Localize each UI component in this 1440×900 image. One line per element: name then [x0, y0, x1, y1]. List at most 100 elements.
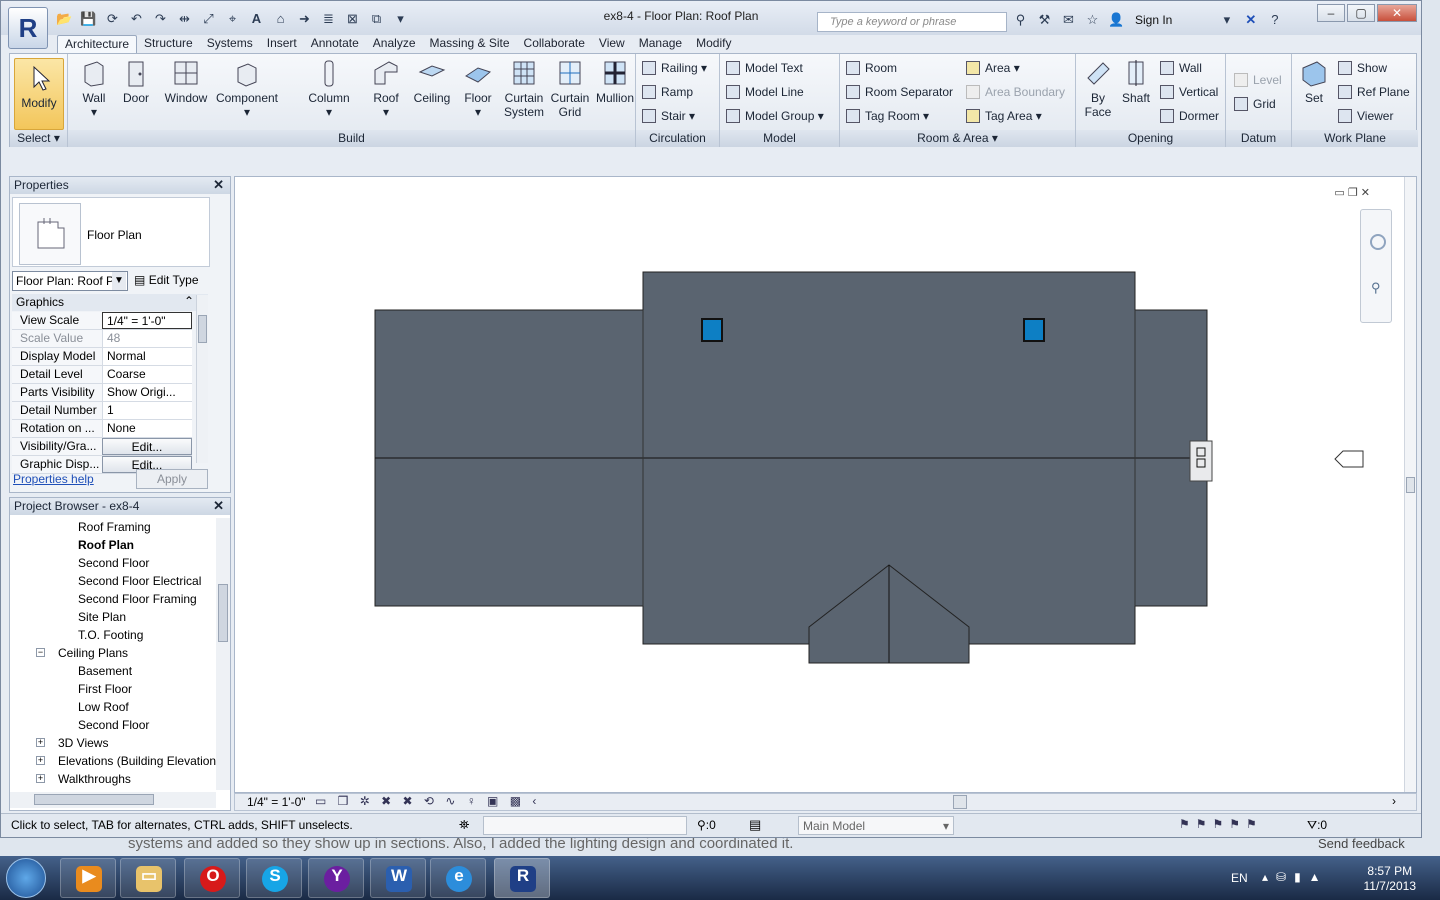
send-feedback-link[interactable]: Send feedback [1318, 836, 1405, 851]
3d-view-icon[interactable]: ⌂ [271, 10, 290, 28]
browser-item[interactable]: Site Plan [10, 608, 218, 626]
property-value[interactable]: 1 [102, 402, 192, 419]
property-value[interactable]: Normal [102, 348, 192, 365]
browser-horizontal-scrollbar[interactable] [10, 792, 216, 808]
zoom-icon[interactable]: ⚲ [1371, 280, 1381, 296]
close-hidden-icon[interactable]: ⊠ [343, 10, 362, 28]
close-icon[interactable]: ✕ [213, 498, 224, 514]
sign-in-button[interactable]: Sign In [1135, 13, 1172, 27]
taskbar-explorer[interactable]: ▭ [120, 858, 176, 898]
browser-item[interactable]: Basement [10, 662, 218, 680]
application-menu-button[interactable]: R [8, 7, 48, 49]
measure-icon[interactable]: ⇹ [175, 10, 194, 28]
worksets-icon[interactable]: ⛯ [459, 817, 469, 833]
workset-dropdown[interactable] [483, 816, 687, 835]
customize-qat-icon[interactable]: ▾ [391, 10, 410, 28]
user-icon[interactable]: 👤 [1107, 11, 1126, 29]
tab-manage[interactable]: Manage [632, 35, 689, 53]
instance-dropdown[interactable]: Floor Plan: Roof P [12, 271, 128, 291]
taskbar-opera[interactable]: O [184, 858, 240, 898]
view-scale[interactable]: 1/4" = 1'-0" [247, 795, 306, 809]
help-icon[interactable]: ? [1265, 11, 1284, 29]
taskbar-media-player[interactable]: ▶ [60, 858, 116, 898]
edit-type-button[interactable]: ▤ Edit Type [134, 273, 199, 287]
tag-room-button[interactable]: Tag Room ▾ [846, 107, 929, 125]
roof-button[interactable]: Roof ▾ [366, 58, 406, 119]
switch-windows-icon[interactable]: ⧉ [367, 10, 386, 28]
maximize-button[interactable]: ▢ [1347, 4, 1375, 22]
ceiling-button[interactable]: Ceiling [410, 58, 454, 105]
browser-item[interactable]: Second Floor Electrical [10, 572, 218, 590]
room-button[interactable]: Room [846, 59, 897, 77]
undo-icon[interactable]: ↶ [127, 10, 146, 28]
restore-view-icon[interactable]: ❐ [1348, 187, 1358, 199]
shaft-button[interactable]: Shaft [1118, 58, 1154, 105]
browser-item[interactable]: First Floor [10, 680, 218, 698]
browser-item[interactable]: Roof Framing [10, 518, 218, 536]
taskbar-revit[interactable]: R [494, 858, 550, 898]
tab-analyze[interactable]: Analyze [366, 35, 423, 53]
communication-icon[interactable]: ✉ [1059, 11, 1078, 29]
skylight-right[interactable] [1023, 318, 1045, 342]
system-clock[interactable]: 8:57 PM 11/7/2013 [1364, 864, 1417, 894]
column-button[interactable]: Column ▾ [304, 58, 354, 119]
component-button[interactable]: Component ▾ [214, 58, 280, 119]
level-button[interactable]: Level [1234, 71, 1282, 89]
tab-architecture[interactable]: Architecture [57, 35, 138, 53]
select-panel-title[interactable]: Select ▾ [10, 130, 67, 147]
tray-icons[interactable]: ▴⛁▮▲ [1262, 870, 1329, 884]
wall-button[interactable]: Wall ▾ [76, 58, 112, 119]
design-options-icon[interactable]: ▤ [749, 817, 761, 833]
text-icon[interactable]: A [247, 10, 266, 28]
viewer-button[interactable]: Viewer [1338, 107, 1393, 125]
scroll-right-icon[interactable]: › [1392, 794, 1396, 808]
close-button[interactable]: ✕ [1377, 4, 1417, 22]
elevation-marker[interactable] [1189, 440, 1213, 482]
properties-scrollbar[interactable] [196, 295, 208, 463]
property-value[interactable]: Show Origi... [102, 384, 192, 401]
start-button[interactable] [6, 858, 46, 898]
browser-item[interactable]: Low Roof [10, 698, 218, 716]
set-work-plane-button[interactable]: Set [1296, 58, 1332, 105]
properties-help-link[interactable]: Properties help [13, 472, 94, 486]
tag-area-button[interactable]: Tag Area ▾ [966, 107, 1042, 125]
browser-item[interactable]: +3D Views [10, 734, 218, 752]
apply-button[interactable]: Apply [136, 469, 208, 489]
by-face-button[interactable]: By Face [1080, 58, 1116, 119]
type-selector[interactable]: Floor Plan [12, 197, 210, 267]
expand-icon[interactable]: + [36, 756, 45, 765]
taskbar-skype[interactable]: S [246, 858, 302, 898]
aligned-dimension-icon[interactable]: ⤢ [199, 10, 218, 28]
taskbar-word[interactable]: W [370, 858, 426, 898]
taskbar-yahoo-messenger[interactable]: Y [308, 858, 364, 898]
tag-icon[interactable]: ⌖ [223, 10, 242, 28]
filter-count[interactable]: ⛛:0 [1307, 818, 1327, 833]
grid-button[interactable]: Grid [1234, 95, 1276, 113]
minimize-view-icon[interactable]: ▭ [1334, 187, 1344, 199]
tab-massing-site[interactable]: Massing & Site [423, 35, 517, 53]
property-value[interactable]: Coarse [102, 366, 192, 383]
selection-filter-icons[interactable]: ⚑⚑⚑⚑⚑ [1179, 817, 1263, 831]
close-view-icon[interactable]: ✕ [1361, 187, 1370, 199]
expand-icon[interactable]: + [36, 774, 45, 783]
graphics-group-header[interactable]: Graphics ⌃ [12, 294, 208, 311]
vertical-opening-button[interactable]: Vertical [1160, 83, 1218, 101]
door-button[interactable]: Door [118, 58, 154, 105]
dormer-button[interactable]: Dormer [1160, 107, 1219, 125]
redo-icon[interactable]: ↷ [151, 10, 170, 28]
area-button[interactable]: Area ▾ [966, 59, 1020, 77]
design-option-dropdown[interactable]: Main Model ▾ [798, 816, 954, 835]
minimize-button[interactable]: – [1317, 4, 1345, 22]
browser-item[interactable]: Second Floor Framing [10, 590, 218, 608]
language-indicator[interactable]: EN [1231, 871, 1248, 885]
close-icon[interactable]: ✕ [213, 177, 224, 193]
modify-button[interactable]: Modify [14, 58, 64, 130]
open-icon[interactable]: 📂 [55, 10, 74, 28]
search-input[interactable]: Type a keyword or phrase [817, 12, 1007, 32]
stair-button[interactable]: Stair ▾ [642, 107, 695, 125]
browser-item[interactable]: Roof Plan [10, 536, 218, 554]
browser-vertical-scrollbar[interactable] [216, 518, 230, 790]
tab-systems[interactable]: Systems [200, 35, 260, 53]
property-value[interactable]: 1/4" = 1'-0" [102, 312, 192, 329]
section-icon[interactable]: ➜ [295, 10, 314, 28]
